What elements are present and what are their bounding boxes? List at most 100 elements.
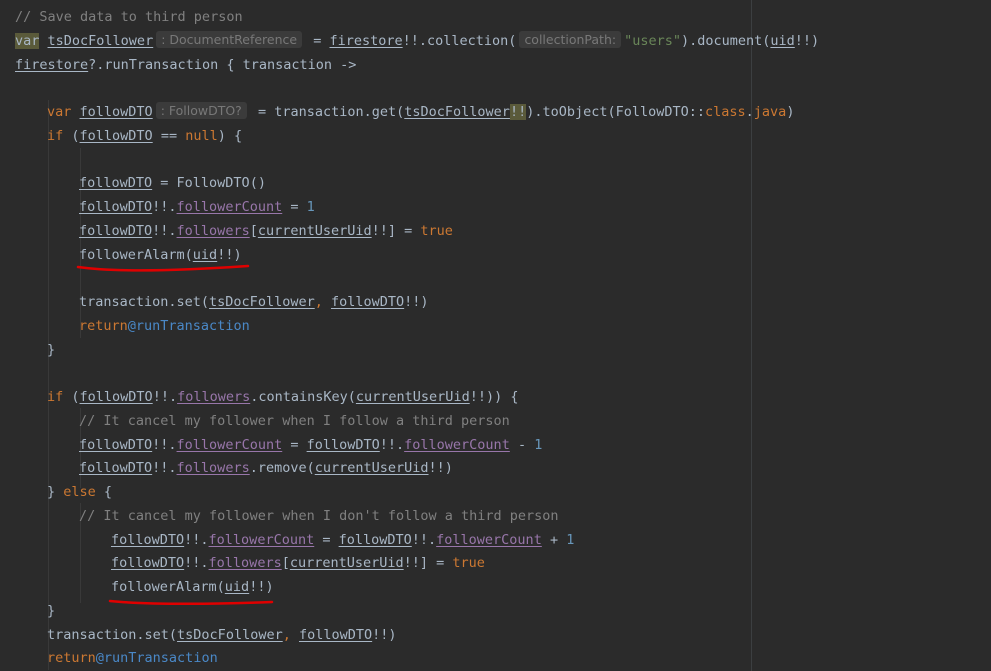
code-variable[interactable]: followDTO: [111, 532, 184, 548]
code-text[interactable]: ?.runTransaction { transaction ->: [88, 57, 356, 73]
code-variable[interactable]: currentUserUid: [356, 389, 470, 405]
code-text[interactable]: .remove(: [250, 460, 315, 476]
code-text[interactable]: [: [250, 223, 258, 239]
code-text[interactable]: {: [96, 484, 112, 500]
code-variable[interactable]: followDTO: [80, 128, 153, 144]
code-line[interactable]: followDTO!!.followerCount = followDTO!!.…: [79, 433, 542, 457]
code-text[interactable]: !!] =: [372, 223, 421, 239]
code-text[interactable]: }: [47, 484, 63, 500]
code-variable[interactable]: followDTO: [80, 389, 153, 405]
code-field[interactable]: followers: [177, 223, 250, 239]
code-text[interactable]: !!.: [412, 532, 436, 548]
code-field[interactable]: followerCount: [404, 437, 510, 453]
code-line[interactable]: // It cancel my follower when I don't fo…: [79, 504, 559, 528]
code-text[interactable]: followerAlarm(: [111, 579, 225, 595]
code-highlight[interactable]: var: [15, 32, 40, 49]
code-variable[interactable]: followDTO: [79, 175, 152, 191]
code-text[interactable]: =: [282, 199, 306, 215]
code-line[interactable]: followerAlarm(uid!!): [111, 575, 274, 599]
code-text[interactable]: =: [314, 532, 338, 548]
code-variable[interactable]: uid: [193, 247, 217, 263]
code-text[interactable]: transaction.set(: [47, 627, 177, 643]
code-keyword[interactable]: if: [47, 389, 63, 405]
code-text[interactable]: !!)) {: [470, 389, 519, 405]
code-text[interactable]: [39, 33, 47, 49]
code-text[interactable]: !!.: [184, 532, 208, 548]
code-keyword[interactable]: if: [47, 128, 63, 144]
code-field[interactable]: followers: [177, 460, 250, 476]
code-text[interactable]: [71, 104, 79, 120]
code-field[interactable]: followerCount: [209, 532, 315, 548]
code-line[interactable]: if (followDTO!!.followers.containsKey(cu…: [47, 385, 518, 409]
code-line[interactable]: followDTO!!.followers.remove(currentUser…: [79, 456, 453, 480]
code-text[interactable]: followerAlarm(: [79, 247, 193, 263]
code-comment[interactable]: // It cancel my follower when I follow a…: [79, 413, 510, 429]
code-text[interactable]: }: [47, 342, 55, 358]
code-field[interactable]: followerCount: [177, 199, 283, 215]
code-line[interactable]: } else {: [47, 480, 112, 504]
code-line[interactable]: if (followDTO == null) {: [47, 124, 242, 148]
code-text[interactable]: }: [47, 603, 55, 619]
code-line[interactable]: firestore?.runTransaction { transaction …: [15, 53, 356, 77]
code-keyword[interactable]: ,: [315, 294, 331, 310]
code-variable[interactable]: currentUserUid: [315, 460, 429, 476]
code-variable[interactable]: firestore: [15, 57, 88, 73]
code-line[interactable]: // Save data to third person: [15, 5, 243, 29]
code-variable[interactable]: followDTO: [79, 460, 152, 476]
code-text[interactable]: !!): [429, 460, 453, 476]
code-label[interactable]: @runTransaction: [96, 650, 218, 666]
code-text[interactable]: ): [786, 104, 794, 120]
code-text[interactable]: !!] =: [404, 555, 453, 571]
code-line[interactable]: // It cancel my follower when I follow a…: [79, 409, 510, 433]
code-text[interactable]: !!): [795, 33, 819, 49]
code-field[interactable]: followerCount: [436, 532, 542, 548]
code-line[interactable]: followerAlarm(uid!!): [79, 243, 242, 267]
code-text[interactable]: +: [542, 532, 566, 548]
code-keyword[interactable]: var: [47, 104, 71, 120]
code-field[interactable]: followers: [177, 389, 250, 405]
code-keyword[interactable]: class: [705, 104, 746, 120]
code-variable[interactable]: currentUserUid: [290, 555, 404, 571]
code-text[interactable]: !!): [217, 247, 241, 263]
code-line[interactable]: }: [47, 599, 55, 623]
code-line[interactable]: followDTO!!.followerCount = 1: [79, 195, 315, 219]
code-text[interactable]: transaction.set(: [79, 294, 209, 310]
code-variable[interactable]: followDTO: [79, 437, 152, 453]
code-keyword[interactable]: else: [63, 484, 96, 500]
code-text[interactable]: !!.: [380, 437, 404, 453]
code-variable[interactable]: uid: [225, 579, 249, 595]
code-line[interactable]: transaction.set(tsDocFollower, followDTO…: [79, 290, 429, 314]
code-text[interactable]: (: [63, 128, 79, 144]
code-variable[interactable]: followDTO: [79, 199, 152, 215]
code-variable[interactable]: uid: [770, 33, 794, 49]
code-field[interactable]: followerCount: [177, 437, 283, 453]
code-line[interactable]: followDTO = FollowDTO(): [79, 171, 266, 195]
code-keyword[interactable]: java: [754, 104, 787, 120]
code-line[interactable]: transaction.set(tsDocFollower, followDTO…: [47, 623, 397, 647]
code-text[interactable]: =: [305, 33, 329, 49]
code-line[interactable]: followDTO!!.followers[currentUserUid!!] …: [79, 219, 453, 243]
code-text[interactable]: = transaction.get(: [250, 104, 404, 120]
code-line[interactable]: return@runTransaction: [79, 314, 250, 338]
code-variable[interactable]: tsDocFollower: [48, 33, 154, 49]
code-text[interactable]: !!.: [152, 460, 176, 476]
code-variable[interactable]: firestore: [329, 33, 402, 49]
code-keyword[interactable]: ,: [283, 627, 299, 643]
code-text[interactable]: !!): [372, 627, 396, 643]
code-line[interactable]: return@runTransaction: [47, 646, 218, 670]
code-keyword[interactable]: true: [420, 223, 453, 239]
code-variable[interactable]: followDTO: [80, 104, 153, 120]
code-text[interactable]: ) {: [218, 128, 242, 144]
code-line[interactable]: followDTO!!.followerCount = followDTO!!.…: [111, 528, 574, 552]
code-text[interactable]: !!.: [152, 223, 176, 239]
code-text[interactable]: !!.: [153, 389, 177, 405]
code-text[interactable]: !!.: [152, 199, 176, 215]
code-field[interactable]: followers: [209, 555, 282, 571]
code-editor[interactable]: // Save data to third person var tsDocFol…: [0, 0, 991, 671]
code-variable[interactable]: tsDocFollower: [177, 627, 283, 643]
code-variable[interactable]: followDTO: [299, 627, 372, 643]
code-line[interactable]: var followDTO: FollowDTO? = transaction.…: [47, 100, 794, 124]
code-text[interactable]: !!.: [152, 437, 176, 453]
code-variable[interactable]: followDTO: [339, 532, 412, 548]
code-variable[interactable]: followDTO: [79, 223, 152, 239]
